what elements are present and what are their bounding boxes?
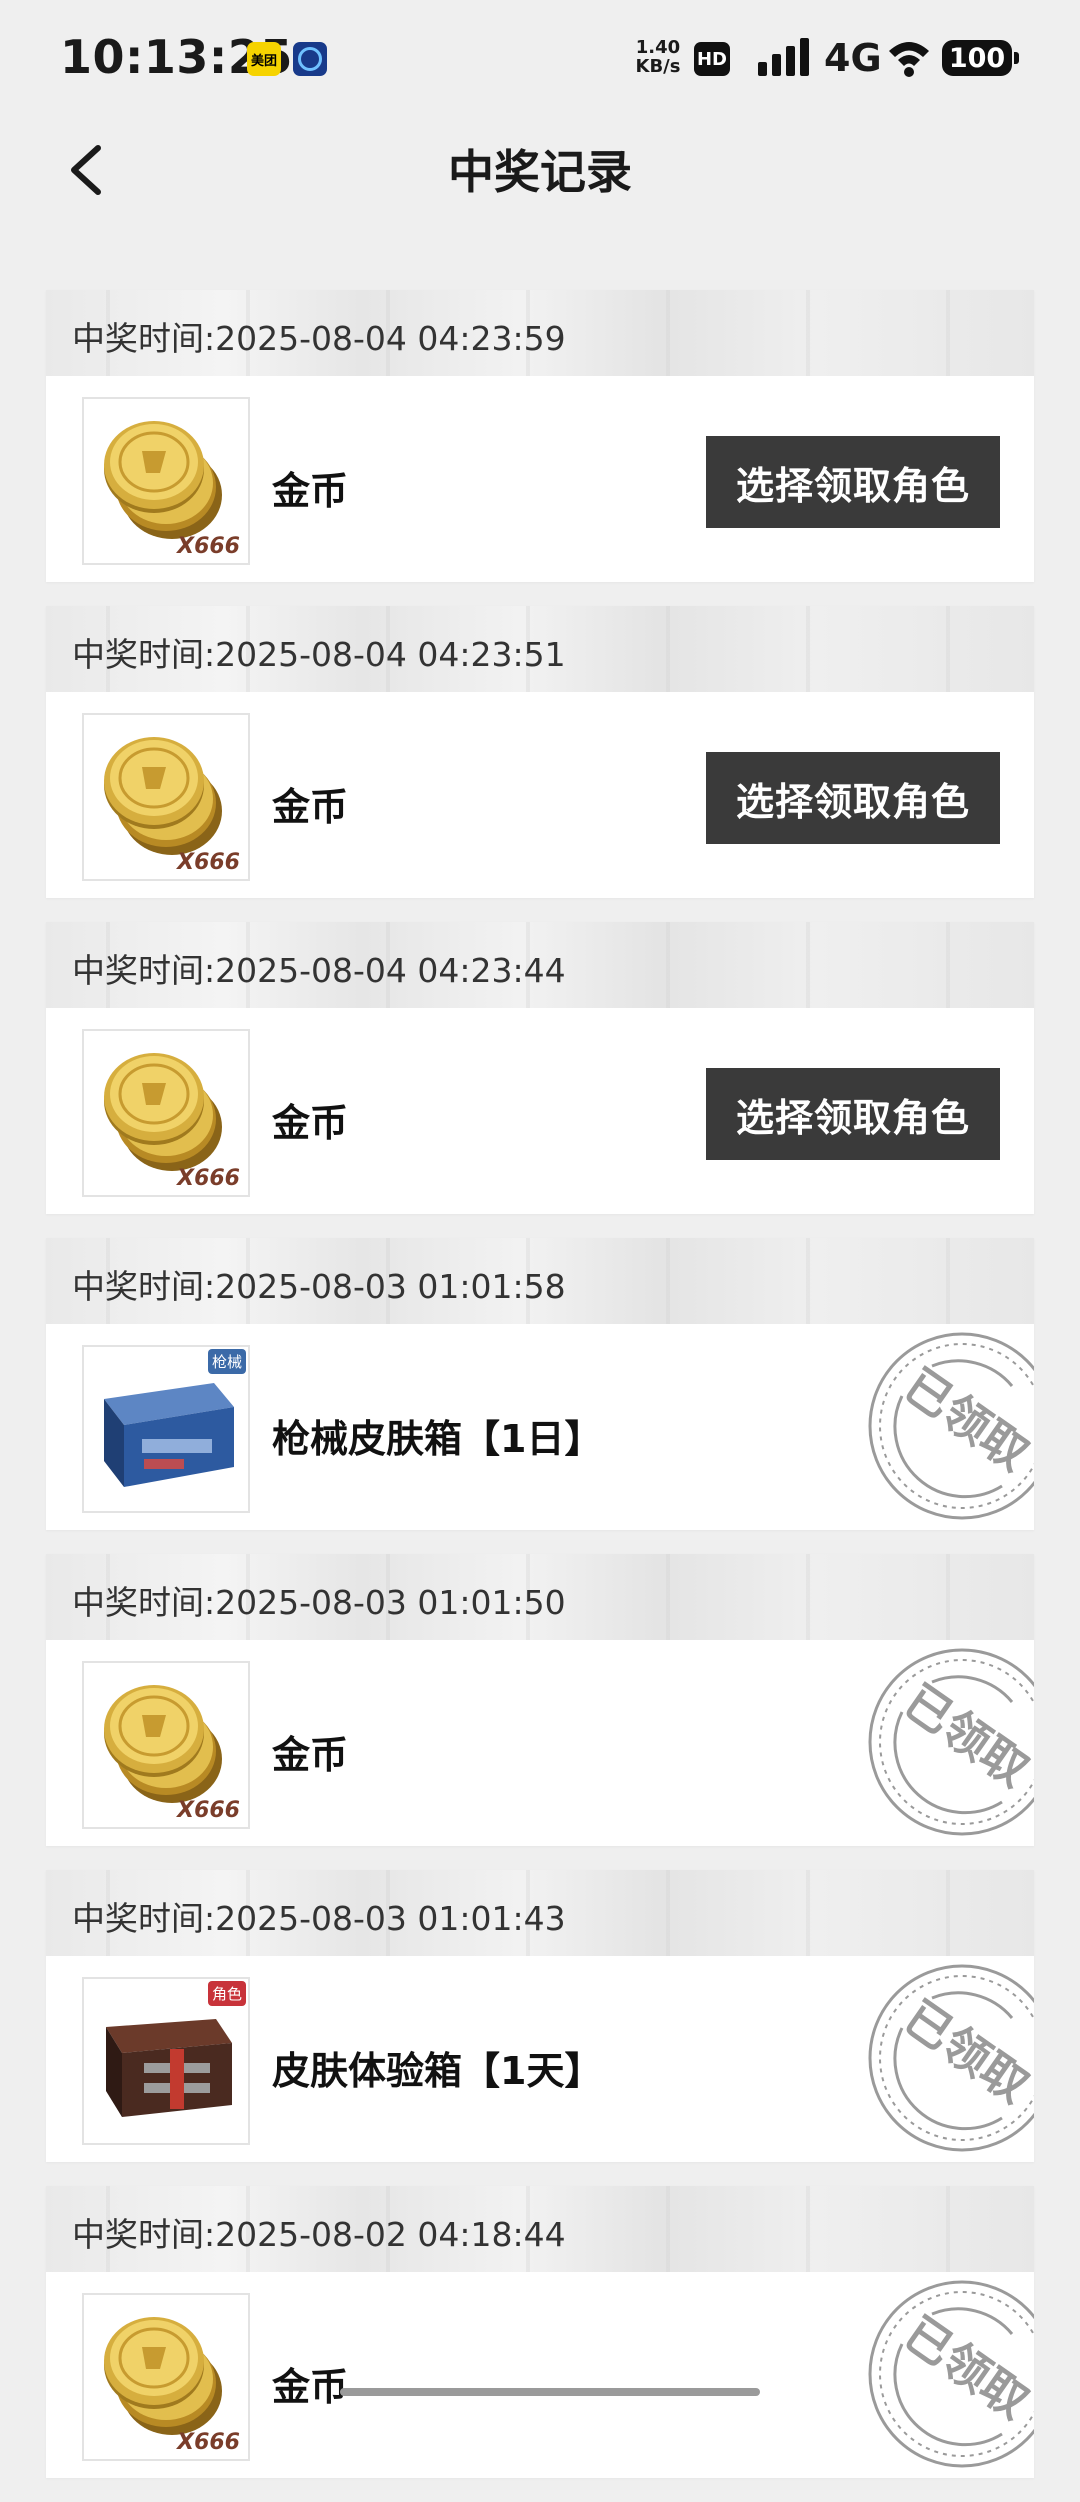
record-header: 中奖时间:2025-08-03 01:01:43: [46, 1870, 1034, 1956]
prize-record-card: 中奖时间:2025-08-04 04:23:59 X666 金币 选择领取角色: [46, 290, 1034, 582]
gold-coins-icon: X666: [82, 1661, 250, 1829]
prize-record-list: 中奖时间:2025-08-04 04:23:59 X666 金币 选择领取角色 …: [46, 290, 1034, 2502]
net-speed: 1.40 KB/s: [632, 38, 684, 76]
win-time: 中奖时间:2025-08-03 01:01:50: [72, 1583, 566, 1622]
claimed-stamp-text: 已领取: [895, 2306, 1034, 2429]
select-role-claim-button[interactable]: 选择领取角色: [706, 436, 1000, 528]
home-indicator[interactable]: [340, 2388, 760, 2396]
claimed-stamp-icon: 已领取: [862, 2274, 1034, 2474]
signal-icon: [758, 38, 810, 76]
prize-record-card: 中奖时间:2025-08-04 04:23:44 X666 金币 选择领取角色: [46, 922, 1034, 1214]
claimed-stamp-icon: 已领取: [862, 1958, 1034, 2158]
gold-coins-icon: X666: [82, 397, 250, 565]
weapon-skin-box-icon: 枪械: [82, 1345, 250, 1513]
claimed-stamp-text: 已领取: [895, 1358, 1034, 1481]
select-role-claim-button[interactable]: 选择领取角色: [706, 1068, 1000, 1160]
meituan-notification-icon: 美团: [247, 42, 281, 76]
prize-record-card: 中奖时间:2025-08-03 01:01:43 角色 皮肤体验箱【1天】 已领…: [46, 1870, 1034, 2162]
prize-quantity: X666: [177, 850, 240, 875]
gold-coins-icon: X666: [82, 1029, 250, 1197]
record-header: 中奖时间:2025-08-04 04:23:59: [46, 290, 1034, 376]
prize-record-card: 中奖时间:2025-08-03 01:01:58 枪械 枪械皮肤箱【1日】 已领…: [46, 1238, 1034, 1530]
prize-record-card: 中奖时间:2025-08-03 01:01:50 X666 金币 已领取: [46, 1554, 1034, 1846]
claimed-stamp-text: 已领取: [895, 1990, 1034, 2113]
prize-category-tag: 角色: [207, 1981, 246, 2006]
app-notification-icon: [293, 42, 327, 76]
win-time: 中奖时间:2025-08-03 01:01:43: [72, 1899, 566, 1938]
prize-category-tag: 枪械: [207, 1349, 246, 1374]
status-bar: 10:13:25 美团 1.40 KB/s HD 4G 100: [0, 0, 1080, 120]
select-role-claim-button[interactable]: 选择领取角色: [706, 752, 1000, 844]
nav-bar: 中奖记录: [0, 120, 1080, 220]
claimed-stamp-icon: 已领取: [862, 1326, 1034, 1526]
prize-quantity: X666: [177, 2430, 240, 2455]
record-header: 中奖时间:2025-08-02 04:18:44: [46, 2186, 1034, 2272]
prize-quantity: X666: [177, 534, 240, 559]
gold-coins-icon: X666: [82, 2293, 250, 2461]
wifi-icon: [889, 42, 929, 77]
prize-record-card: 中奖时间:2025-08-04 04:23:51 X666 金币 选择领取角色: [46, 606, 1034, 898]
prize-name: 金币: [272, 469, 349, 513]
hd-icon: HD: [694, 42, 730, 76]
prize-name: 金币: [272, 2365, 349, 2409]
page-title: 中奖记录: [448, 145, 632, 199]
net-speed-value: 1.40: [635, 37, 681, 58]
win-time: 中奖时间:2025-08-04 04:23:59: [72, 319, 566, 358]
win-time: 中奖时间:2025-08-02 04:18:44: [72, 2215, 566, 2254]
prize-name: 金币: [272, 785, 349, 829]
prize-name: 金币: [272, 1101, 349, 1145]
prize-name: 枪械皮肤箱【1日】: [272, 1417, 603, 1461]
network-type: 4G: [824, 36, 882, 80]
gold-coins-icon: X666: [82, 713, 250, 881]
record-header: 中奖时间:2025-08-03 01:01:58: [46, 1238, 1034, 1324]
claimed-stamp-text: 已领取: [895, 1674, 1034, 1797]
net-speed-unit: KB/s: [635, 56, 681, 77]
record-header: 中奖时间:2025-08-04 04:23:44: [46, 922, 1034, 1008]
claimed-stamp-icon: 已领取: [862, 1642, 1034, 1842]
win-time: 中奖时间:2025-08-03 01:01:58: [72, 1267, 566, 1306]
battery-icon: 100: [942, 40, 1019, 76]
record-header: 中奖时间:2025-08-04 04:23:51: [46, 606, 1034, 692]
win-time: 中奖时间:2025-08-04 04:23:51: [72, 635, 566, 674]
prize-quantity: X666: [177, 1798, 240, 1823]
win-time: 中奖时间:2025-08-04 04:23:44: [72, 951, 566, 990]
prize-name: 金币: [272, 1733, 349, 1777]
prize-record-card: 中奖时间:2025-08-02 04:18:44 X666 金币 已领取: [46, 2186, 1034, 2478]
skin-trial-box-icon: 角色: [82, 1977, 250, 2145]
prize-name: 皮肤体验箱【1天】: [272, 2049, 603, 2093]
record-header: 中奖时间:2025-08-03 01:01:50: [46, 1554, 1034, 1640]
prize-quantity: X666: [177, 1166, 240, 1191]
